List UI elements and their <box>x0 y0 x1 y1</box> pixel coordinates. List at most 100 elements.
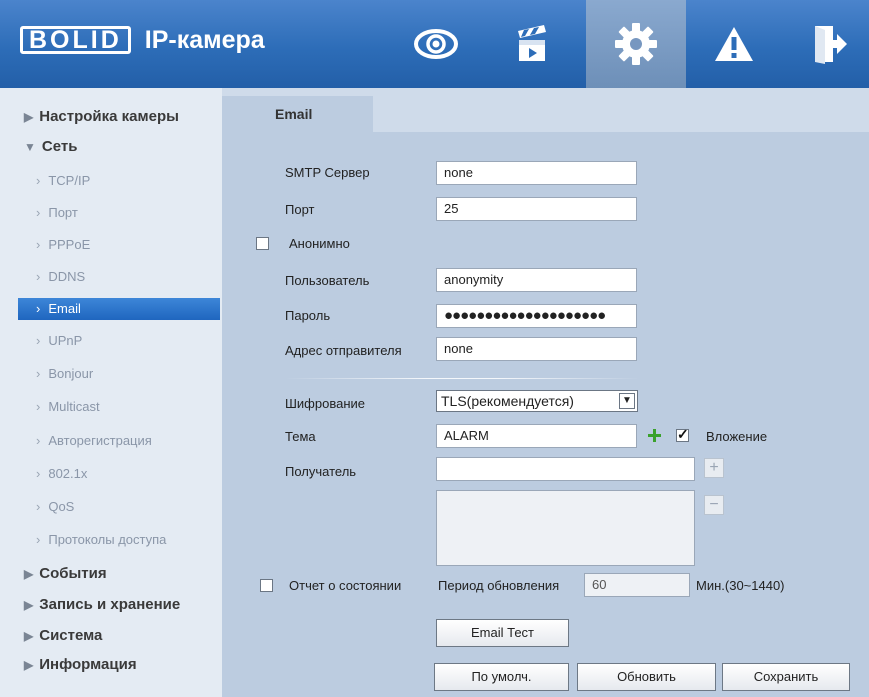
nav-settings[interactable] <box>586 0 686 88</box>
chevron-right-icon: › <box>36 301 41 316</box>
anonymous-checkbox[interactable] <box>256 237 269 250</box>
sidebar-item-label: TCP/IP <box>48 173 91 188</box>
status-report-checkbox[interactable] <box>260 579 273 592</box>
nav-live-view[interactable] <box>388 0 484 88</box>
user-label: Пользователь <box>285 273 370 288</box>
sidebar-item-label: Порт <box>48 205 78 220</box>
nav-alarm[interactable] <box>686 0 782 88</box>
nav-playback[interactable] <box>484 0 580 88</box>
sidebar-group-label: Настройка камеры <box>39 108 179 125</box>
email-test-button[interactable]: Email Тест <box>436 619 569 647</box>
password-input[interactable]: ●●●●●●●●●●●●●●●●●●●● <box>436 304 637 328</box>
sidebar-item-label: PPPoE <box>48 237 91 252</box>
eye-icon <box>414 29 458 59</box>
refresh-button[interactable]: Обновить <box>577 663 716 691</box>
update-period-label: Период обновления <box>438 578 560 593</box>
sidebar-group-label: Система <box>39 627 103 644</box>
sidebar-group-system[interactable]: ▶ Система <box>24 627 102 644</box>
logout-icon <box>814 26 847 64</box>
attachment-checkbox[interactable] <box>676 426 689 443</box>
chevron-right-icon: › <box>36 205 41 220</box>
status-report-label: Отчет о состоянии <box>289 578 402 593</box>
subject-input[interactable]: ALARM <box>436 424 637 448</box>
sidebar-item-multicast[interactable]: › Multicast <box>18 396 220 418</box>
chevron-right-icon: › <box>36 366 41 381</box>
recipient-list[interactable] <box>436 490 695 566</box>
sidebar-item-ddns[interactable]: › DDNS <box>18 266 220 288</box>
sidebar-item-tcpip[interactable]: › TCP/IP <box>18 170 220 192</box>
default-button[interactable]: По умолч. <box>434 663 569 691</box>
sender-address-label: Адрес отправителя <box>285 343 402 358</box>
sidebar-item-label: Multicast <box>48 399 100 414</box>
sidebar-group-camera-settings[interactable]: ▶ Настройка камеры <box>24 108 179 125</box>
encryption-select[interactable]: TLS(рекомендуется) ▼ <box>436 390 638 412</box>
chevron-right-icon: › <box>36 433 41 448</box>
sidebar-item-pppoe[interactable]: › PPPoE <box>18 234 220 256</box>
recipient-input[interactable] <box>436 457 695 481</box>
sidebar-item-qos[interactable]: › QoS <box>18 496 220 518</box>
sidebar-item-email[interactable]: › Email <box>18 298 220 320</box>
triangle-right-icon: ▶ <box>24 658 34 672</box>
header-bar: BOLID IP-камера <box>0 0 869 88</box>
nav-logout[interactable] <box>790 0 869 88</box>
sender-address-input[interactable]: none <box>436 337 637 361</box>
sidebar-item-label: Авторегистрация <box>48 433 152 448</box>
sidebar-item-bonjour[interactable]: › Bonjour <box>18 363 220 385</box>
logo: BOLID IP-камера <box>20 26 265 54</box>
triangle-right-icon: ▶ <box>24 110 34 124</box>
sidebar-item-port[interactable]: › Порт <box>18 202 220 224</box>
chevron-right-icon: › <box>36 237 41 252</box>
sidebar-item-label: DDNS <box>48 269 86 284</box>
update-period-unit: Мин.(30~1440) <box>696 578 785 593</box>
sidebar-item-label: 802.1x <box>48 466 88 481</box>
chevron-right-icon: › <box>36 269 41 284</box>
chevron-right-icon: › <box>36 499 41 514</box>
triangle-down-icon: ▼ <box>24 140 36 154</box>
anonymous-label: Анонимно <box>289 236 350 251</box>
add-recipient-button[interactable]: + <box>704 458 724 478</box>
tab-email[interactable]: Email <box>222 96 373 132</box>
chevron-right-icon: › <box>36 399 41 414</box>
port-label: Порт <box>285 202 315 217</box>
clapperboard-icon <box>518 25 546 61</box>
sidebar-group-network[interactable]: ▼ Сеть <box>24 138 77 155</box>
chevron-right-icon: › <box>36 333 41 348</box>
encryption-label: Шифрование <box>285 396 365 411</box>
smtp-server-label: SMTP Сервер <box>285 165 370 180</box>
update-period-input[interactable]: 60 <box>584 573 690 597</box>
port-input[interactable]: 25 <box>436 197 637 221</box>
sidebar-group-information[interactable]: ▶ Информация <box>24 656 137 673</box>
warning-icon <box>715 27 753 61</box>
sidebar-group-recording-storage[interactable]: ▶ Запись и хранение <box>24 596 180 613</box>
section-divider <box>285 378 640 379</box>
app-title: IP-камера <box>144 25 265 54</box>
add-plus-icon[interactable] <box>648 429 661 442</box>
chevron-right-icon: › <box>36 532 41 547</box>
recipient-label: Получатель <box>285 464 357 479</box>
gear-icon <box>615 23 657 65</box>
triangle-right-icon: ▶ <box>24 598 34 612</box>
sidebar-item-autoregistration[interactable]: › Авторегистрация <box>18 430 220 452</box>
sidebar-item-8021x[interactable]: › 802.1x <box>18 463 220 485</box>
sidebar-group-label: Информация <box>39 656 137 673</box>
sidebar-item-label: Протоколы доступа <box>48 532 167 547</box>
chevron-right-icon: › <box>36 173 41 188</box>
sidebar-group-events[interactable]: ▶ События <box>24 565 107 582</box>
tab-bar: Email <box>222 88 869 132</box>
plus-icon: + <box>709 459 719 476</box>
remove-recipient-button[interactable]: − <box>704 495 724 515</box>
sidebar-group-label: Сеть <box>41 138 78 155</box>
sidebar-item-access-protocols[interactable]: › Протоколы доступа <box>18 529 220 551</box>
minus-icon: − <box>709 496 719 513</box>
sidebar-item-upnp[interactable]: › UPnP <box>18 330 220 352</box>
save-button[interactable]: Сохранить <box>722 663 850 691</box>
email-settings-panel: Email SMTP Сервер none Порт 25 Анонимно … <box>222 88 869 697</box>
sidebar-group-label: События <box>39 565 107 582</box>
triangle-right-icon: ▶ <box>24 567 34 581</box>
chevron-down-icon: ▼ <box>619 393 635 409</box>
sidebar-item-label: Email <box>48 301 81 316</box>
smtp-server-input[interactable]: none <box>436 161 637 185</box>
user-input[interactable]: anonymity <box>436 268 637 292</box>
sidebar: ▶ Настройка камеры ▼ Сеть › TCP/IP › Порт › P… <box>0 88 222 697</box>
attachment-label: Вложение <box>706 429 768 444</box>
